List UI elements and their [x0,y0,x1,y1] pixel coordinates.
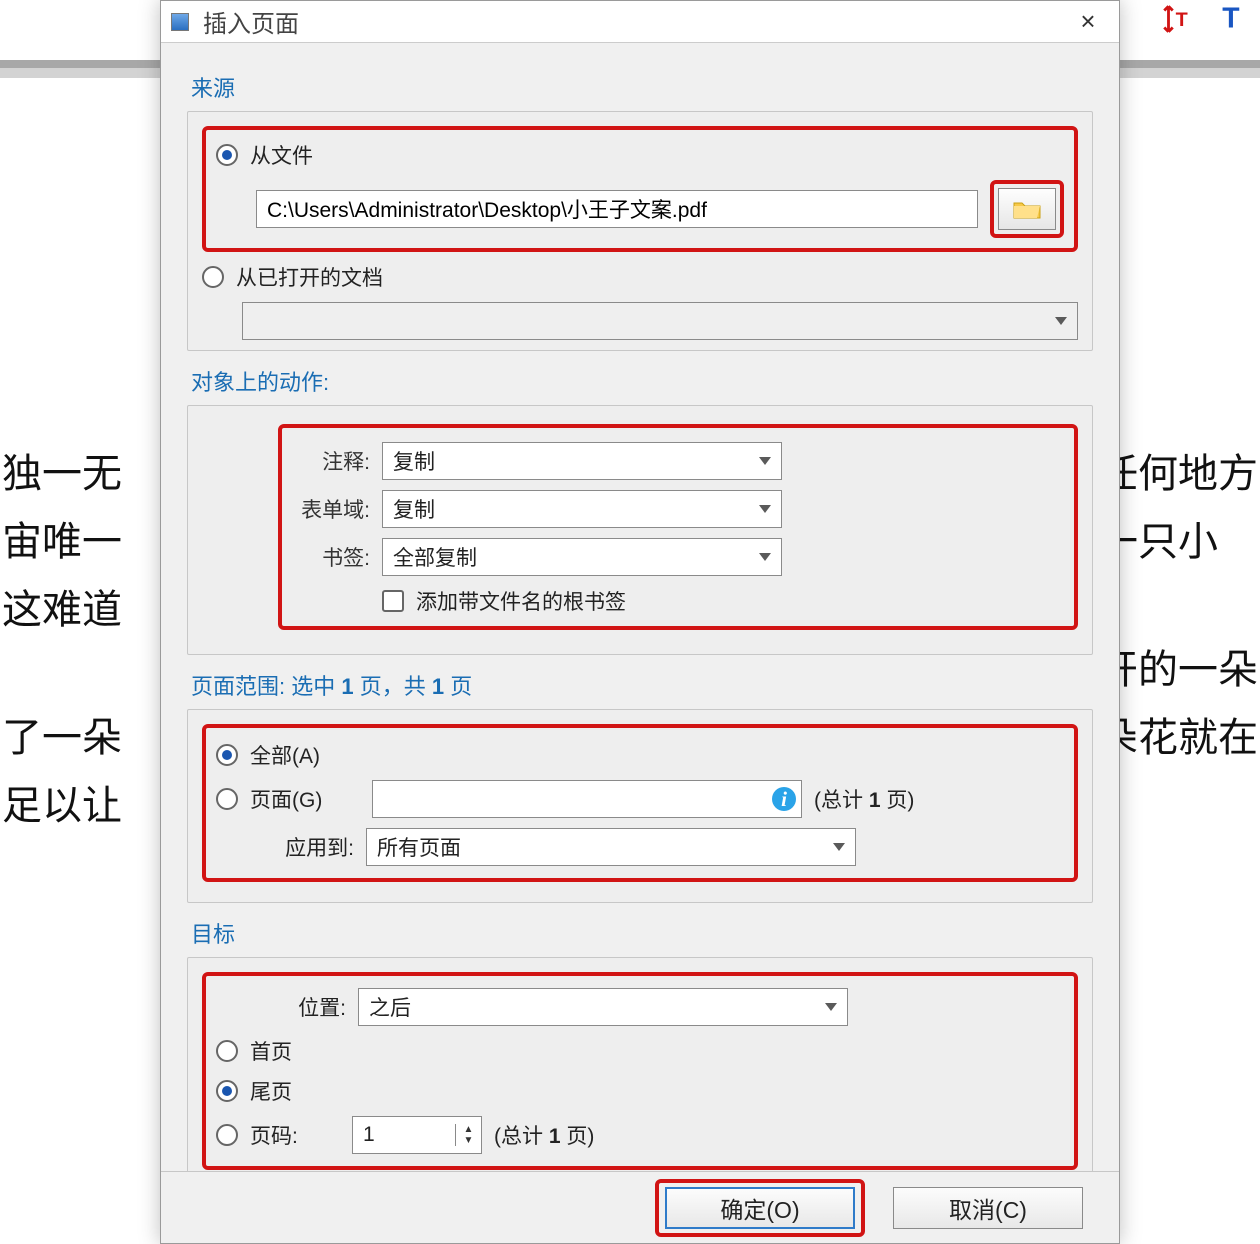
highlight-target: 位置: 之后 首页 尾页 页码: 1 [202,972,1078,1170]
app-icon [171,13,189,31]
first-page-label: 首页 [250,1036,292,1066]
form-label: 表单域: [292,494,370,524]
target-panel: 位置: 之后 首页 尾页 页码: 1 [187,957,1093,1171]
radio-pages[interactable] [216,788,238,810]
close-button[interactable]: × [1067,5,1109,37]
apply-to-select[interactable]: 所有页面 [366,828,856,866]
radio-first-page[interactable] [216,1040,238,1062]
dialog-title: 插入页面 [203,4,299,39]
annotations-select[interactable]: 复制 [382,442,782,480]
apply-to-label: 应用到: [216,832,354,862]
folder-icon [1013,199,1041,219]
svg-text:T: T [1176,9,1188,31]
chevron-down-icon [833,843,845,851]
from-file-label: 从文件 [250,140,313,170]
radio-last-page[interactable] [216,1080,238,1102]
from-open-docs-label: 从已打开的文档 [236,262,383,292]
pages-label: 页面(G) [250,784,360,814]
root-bookmark-checkbox[interactable] [382,590,404,612]
insert-pages-dialog: 插入页面 × 来源 从文件 [160,0,1120,1244]
dialog-footer: 确定(O) 取消(C) [161,1171,1119,1243]
target-header: 目标 [191,917,1093,949]
pages-input[interactable] [372,780,802,818]
file-path-input[interactable] [256,190,978,228]
range-header: 页面范围: 选中 1 页，共 1 页 [191,669,1093,701]
chevron-down-icon [825,1003,837,1011]
chevron-down-icon [759,505,771,513]
source-header: 来源 [191,71,1093,103]
range-total-text: (总计 1 页) [814,784,914,814]
svg-text:T: T [1222,3,1239,35]
bg-doc-right: 任何地方 一只小 开的一朵 朵花就在 [1098,440,1258,772]
cancel-button[interactable]: 取消(C) [893,1187,1083,1229]
formfields-select[interactable]: 复制 [382,490,782,528]
info-icon[interactable]: i [772,787,796,811]
page-number-label: 页码: [250,1120,340,1150]
last-page-label: 尾页 [250,1076,292,1106]
bookmark-label: 书签: [292,542,370,572]
actions-header: 对象上的动作: [191,365,1093,397]
position-select[interactable]: 之后 [358,988,848,1026]
all-pages-label: 全部(A) [250,740,320,770]
text-color-icon: T [1218,2,1252,36]
radio-page-number[interactable] [216,1124,238,1146]
ok-button[interactable]: 确定(O) [665,1187,855,1229]
target-total-text: (总计 1 页) [494,1120,594,1150]
highlight-ok: 确定(O) [655,1179,865,1237]
chevron-down-icon [759,553,771,561]
bookmarks-select[interactable]: 全部复制 [382,538,782,576]
root-bookmark-label: 添加带文件名的根书签 [416,586,626,616]
range-panel: 全部(A) 页面(G) i (总计 1 页) 应用到: 所 [187,709,1093,903]
chevron-down-icon [1055,317,1067,325]
radio-all-pages[interactable] [216,744,238,766]
annot-label: 注释: [292,446,370,476]
position-label: 位置: [216,992,346,1022]
text-height-icon: T [1160,2,1194,36]
highlight-source: 从文件 [202,126,1078,252]
chevron-down-icon [759,457,771,465]
browse-button[interactable] [998,188,1056,230]
highlight-browse [990,180,1064,238]
highlight-range: 全部(A) 页面(G) i (总计 1 页) 应用到: 所 [202,724,1078,882]
titlebar[interactable]: 插入页面 × [161,1,1119,43]
bg-toolbar-icons: T T [1160,2,1252,36]
page-number-spinner[interactable]: 1 ▲▼ [352,1116,482,1154]
highlight-actions: 注释: 复制 表单域: 复制 书签: 全部复制 [278,424,1078,630]
open-docs-combo[interactable] [242,302,1078,340]
source-panel: 从文件 从已打开的文档 [187,111,1093,351]
radio-from-file[interactable] [216,144,238,166]
spinner-arrows[interactable]: ▲▼ [455,1124,481,1146]
radio-from-open-docs[interactable] [202,266,224,288]
actions-panel: 注释: 复制 表单域: 复制 书签: 全部复制 [187,405,1093,655]
